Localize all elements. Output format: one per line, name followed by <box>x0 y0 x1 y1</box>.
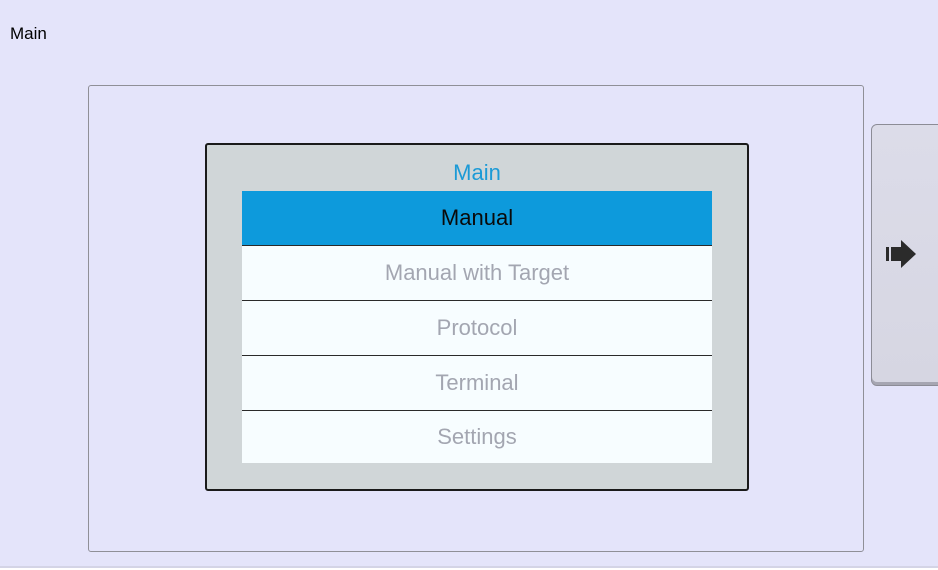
main-menu: Manual Manual with Target Protocol Termi… <box>242 191 712 463</box>
menu-item-settings[interactable]: Settings <box>242 411 712 463</box>
menu-item-manual-with-target[interactable]: Manual with Target <box>242 246 712 301</box>
menu-panel: Main Manual Manual with Target Protocol … <box>205 143 749 491</box>
window-title: Main <box>10 24 47 43</box>
arrow-right-icon <box>886 240 916 268</box>
next-button[interactable] <box>871 124 938 386</box>
menu-item-terminal[interactable]: Terminal <box>242 356 712 411</box>
menu-item-manual[interactable]: Manual <box>242 191 712 246</box>
panel-title: Main <box>453 160 501 185</box>
menu-item-protocol[interactable]: Protocol <box>242 301 712 356</box>
main-window: Main Main Manual Manual with Target Prot… <box>0 0 938 568</box>
